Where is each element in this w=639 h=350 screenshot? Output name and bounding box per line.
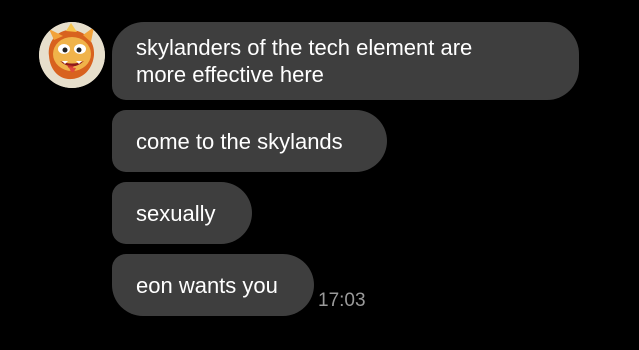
- message-bubble[interactable]: come to the skylands: [112, 110, 387, 172]
- skylander-avatar-icon: [39, 22, 105, 88]
- contact-avatar[interactable]: [39, 22, 105, 88]
- message-bubble[interactable]: sexually: [112, 182, 252, 244]
- message-bubble[interactable]: skylanders of the tech element are more …: [112, 22, 579, 100]
- message-timestamp: 17:03: [318, 290, 366, 311]
- message-bubble[interactable]: eon wants you: [112, 254, 314, 316]
